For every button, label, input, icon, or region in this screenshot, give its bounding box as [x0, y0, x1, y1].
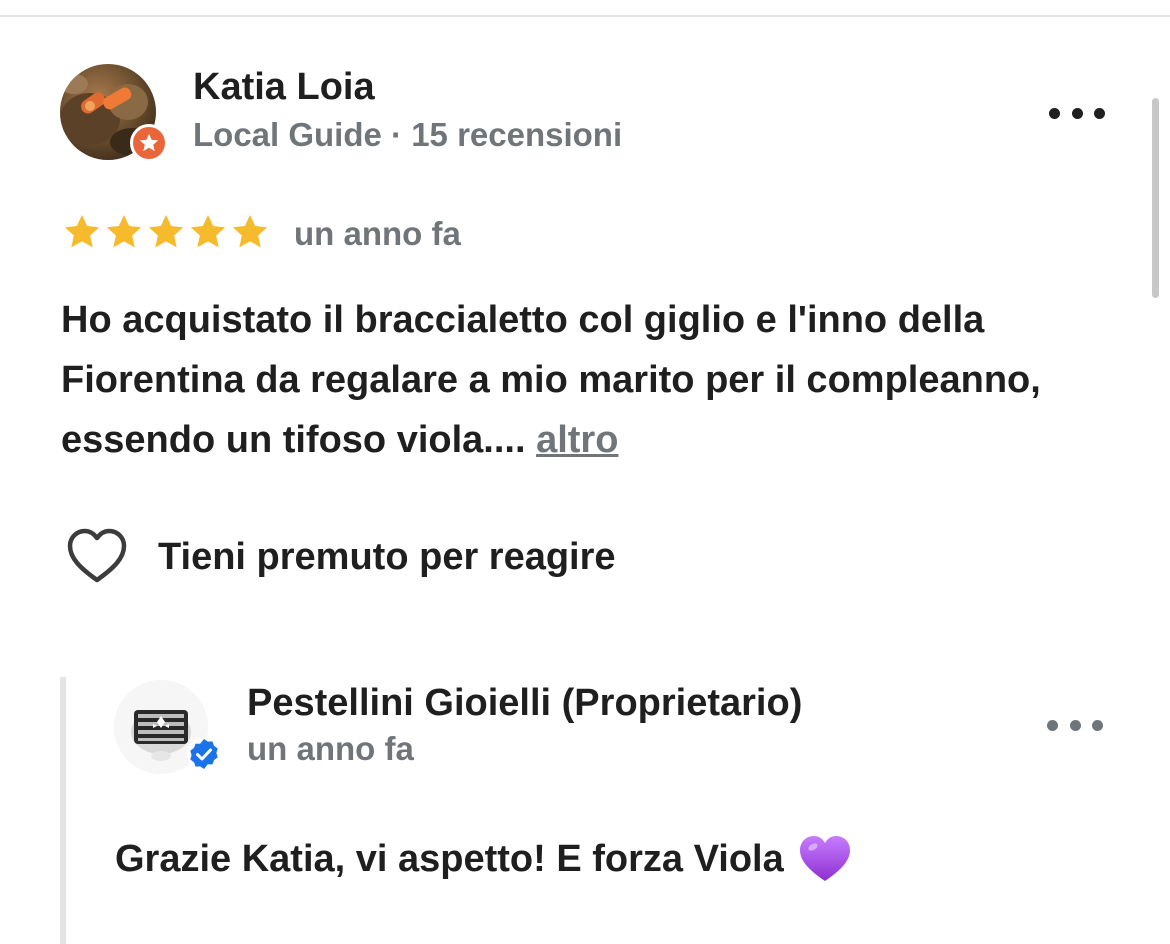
review-more-button[interactable]	[1049, 98, 1105, 128]
reply-text-row: Grazie Katia, vi aspetto! E forza Viola	[115, 834, 852, 884]
reply-more-button[interactable]	[1047, 710, 1103, 740]
scrollbar[interactable]	[1152, 98, 1159, 298]
verified-check-icon	[187, 737, 221, 771]
reply-indent-bar	[60, 677, 66, 944]
review-text: Ho acquistato il braccialetto col giglio…	[61, 290, 1131, 470]
top-divider	[0, 15, 1170, 17]
heart-outline-icon	[67, 528, 127, 583]
more-horizontal-icon	[1047, 719, 1058, 731]
star-icon	[190, 215, 226, 248]
owner-reply-time: un anno fa	[247, 730, 414, 767]
review-card: Katia Loia Local Guide · 15 recensioni u…	[0, 0, 1170, 944]
star-icon	[232, 215, 268, 248]
local-guide-badge	[130, 124, 168, 162]
react-button[interactable]: Tieni premuto per reagire	[66, 528, 616, 586]
local-guide-star-icon	[139, 133, 159, 152]
reply-text: Grazie Katia, vi aspetto! E forza Viola	[115, 837, 784, 880]
react-label: Tieni premuto per reagire	[158, 535, 616, 578]
owner-name[interactable]: Pestellini Gioielli (Proprietario)	[247, 682, 802, 725]
star-icon	[64, 215, 100, 248]
owner-avatar-wrap[interactable]	[114, 680, 224, 780]
read-more-link[interactable]: altro	[536, 419, 618, 461]
review-time: un anno fa	[294, 215, 461, 252]
reviewer-meta: Local Guide · 15 recensioni	[193, 116, 623, 153]
reviewer-name[interactable]: Katia Loia	[193, 66, 375, 109]
more-horizontal-icon	[1049, 107, 1060, 119]
star-icon	[106, 215, 142, 248]
star-icon	[148, 215, 184, 248]
reviewer-avatar-wrap[interactable]	[60, 64, 170, 164]
purple-heart-icon	[799, 836, 850, 881]
star-rating	[62, 212, 270, 252]
